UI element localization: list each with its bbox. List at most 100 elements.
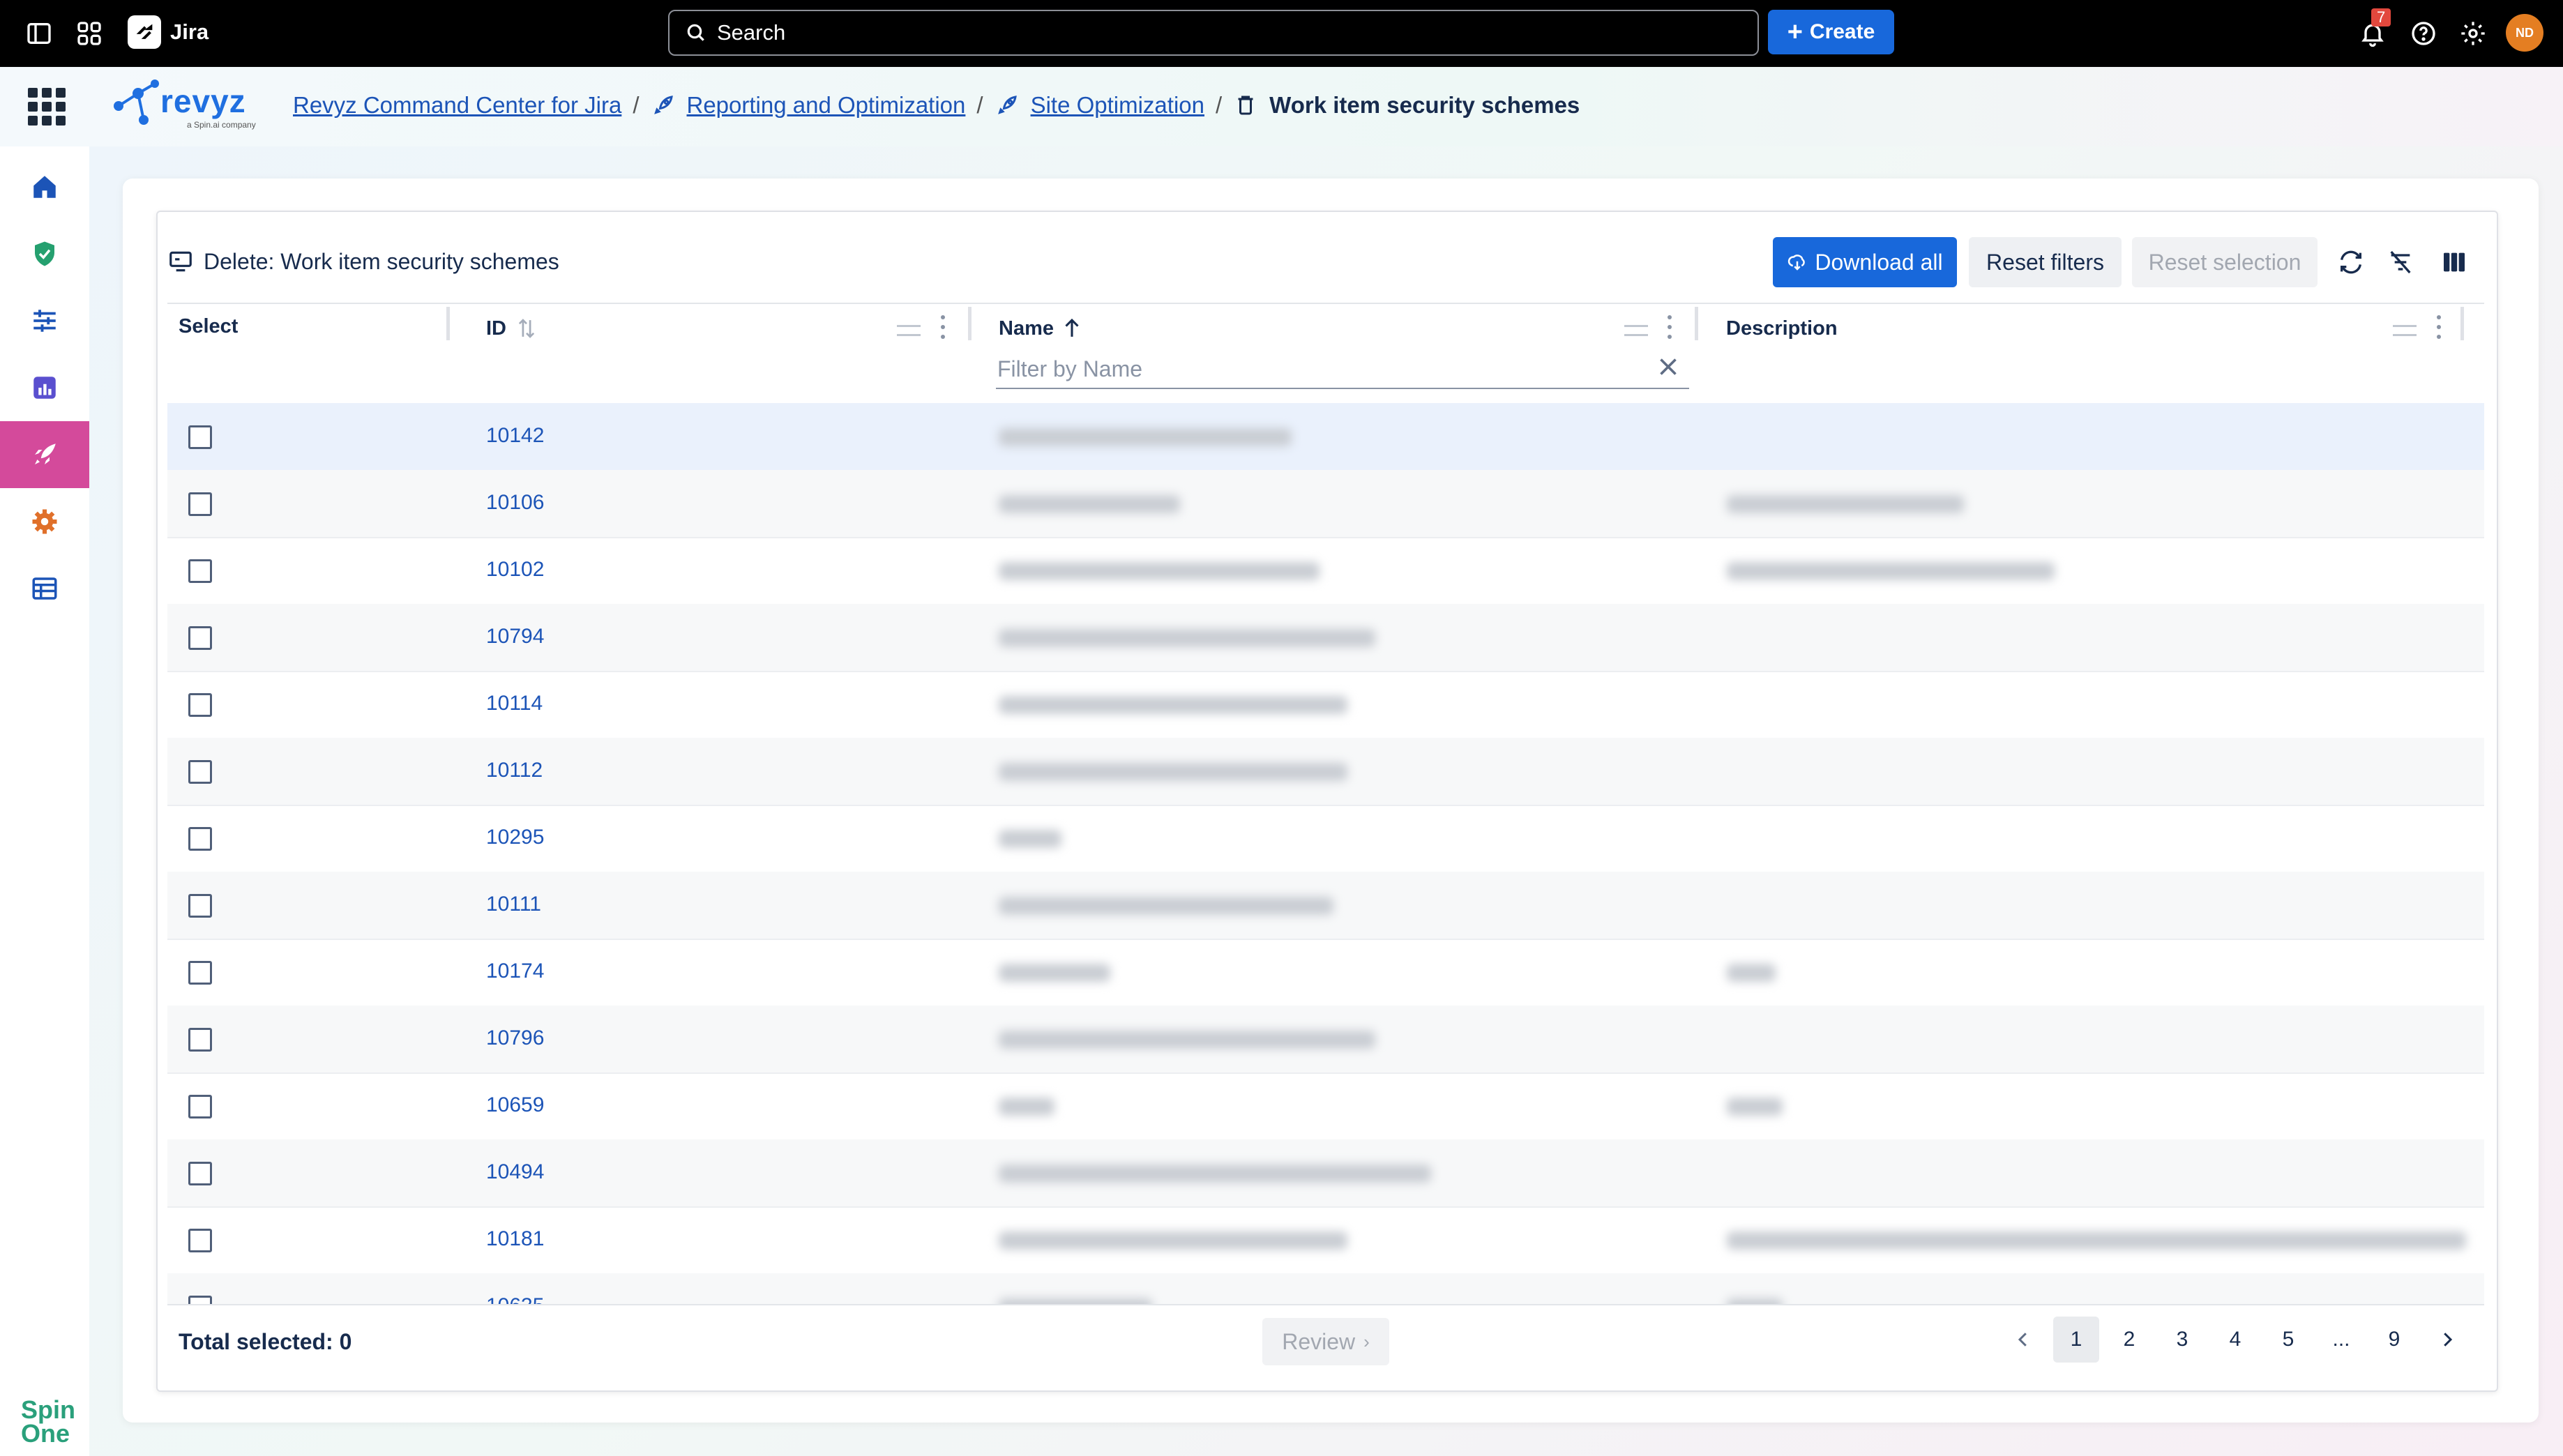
rail-item-reports[interactable] (0, 354, 89, 421)
rail-item-home[interactable] (0, 153, 89, 220)
rail-item-config[interactable] (0, 488, 89, 555)
rail-item-optimization[interactable] (0, 421, 89, 488)
reset-selection-button[interactable]: Reset selection (2132, 237, 2318, 287)
row-select-checkbox[interactable] (188, 559, 212, 583)
search-input[interactable]: Search (668, 10, 1759, 56)
table-row[interactable]: 10796 (167, 1006, 2484, 1074)
column-header-description[interactable]: Description (1726, 317, 1838, 340)
pagination-page[interactable]: 4 (2212, 1317, 2258, 1363)
column-menu-icon[interactable] (1668, 315, 1672, 339)
row-id-link[interactable]: 10112 (486, 759, 543, 782)
row-id-link[interactable]: 10102 (486, 558, 544, 582)
table-row[interactable]: 10142 (167, 403, 2484, 471)
download-all-label: Download all (1815, 249, 1943, 275)
download-all-button[interactable]: Download all (1773, 237, 1957, 287)
table-row[interactable]: 10114 (167, 671, 2484, 739)
table-row[interactable]: 10106 (167, 470, 2484, 538)
pagination-prev-icon[interactable] (2000, 1317, 2046, 1363)
sort-icon[interactable] (516, 317, 537, 340)
row-select-checkbox[interactable] (188, 827, 212, 851)
gear-icon (32, 509, 57, 534)
rail-item-settings-sliders[interactable] (0, 287, 89, 354)
rocket-icon (997, 96, 1017, 114)
breadcrumb-link-reporting[interactable]: Reporting and Optimization (687, 92, 966, 119)
column-drag-handle[interactable] (1624, 325, 1648, 336)
pagination-page[interactable]: 1 (2053, 1317, 2099, 1363)
row-id-link[interactable]: 10174 (486, 960, 544, 983)
breadcrumb-link-site-optimization[interactable]: Site Optimization (1031, 92, 1204, 119)
row-id-link[interactable]: 10106 (486, 491, 544, 515)
name-filter-placeholder: Filter by Name (997, 356, 1143, 381)
sort-ascending-icon[interactable] (1061, 317, 1082, 340)
row-select-checkbox[interactable] (188, 1296, 212, 1304)
column-drag-handle[interactable] (2393, 325, 2417, 336)
column-resizer[interactable] (968, 307, 971, 340)
row-select-checkbox[interactable] (188, 760, 212, 784)
filter-off-icon[interactable] (2384, 245, 2417, 279)
column-menu-icon[interactable] (2437, 315, 2441, 339)
settings-icon[interactable] (2458, 18, 2488, 49)
table-row[interactable]: 10659 (167, 1072, 2484, 1141)
table-row[interactable]: 10174 (167, 939, 2484, 1007)
column-resizer[interactable] (2460, 307, 2464, 340)
row-id-link[interactable]: 10796 (486, 1026, 544, 1050)
pagination-page[interactable]: 2 (2106, 1317, 2152, 1363)
row-id-link[interactable]: 10494 (486, 1160, 544, 1184)
table-row[interactable]: 10794 (167, 604, 2484, 672)
table-row[interactable]: 10635 (167, 1273, 2484, 1304)
row-select-checkbox[interactable] (188, 894, 212, 918)
row-id-link[interactable]: 10295 (486, 826, 544, 849)
app-name[interactable]: Jira (170, 20, 209, 45)
reset-filters-button[interactable]: Reset filters (1969, 237, 2122, 287)
row-id-link[interactable]: 10659 (486, 1093, 544, 1117)
create-button[interactable]: + Create (1768, 10, 1894, 54)
refresh-icon[interactable] (2334, 245, 2368, 279)
row-select-checkbox[interactable] (188, 1028, 212, 1052)
table-row[interactable]: 10102 (167, 537, 2484, 605)
row-select-checkbox[interactable] (188, 1095, 212, 1118)
row-id-link[interactable]: 10114 (486, 692, 543, 715)
breadcrumb-link-command-center[interactable]: Revyz Command Center for Jira (293, 92, 621, 119)
clear-filter-icon[interactable] (1656, 354, 1681, 379)
pagination-next-icon[interactable] (2424, 1317, 2470, 1363)
row-id-link[interactable]: 10794 (486, 625, 544, 649)
table-row[interactable]: 10111 (167, 872, 2484, 940)
column-menu-icon[interactable] (941, 315, 945, 339)
column-resizer[interactable] (446, 307, 450, 340)
column-header-name[interactable]: Name (999, 317, 1054, 340)
table-row[interactable]: 10112 (167, 738, 2484, 806)
row-select-checkbox[interactable] (188, 425, 212, 449)
user-avatar[interactable]: ND (2506, 14, 2543, 52)
sidebar-toggle-icon[interactable] (24, 18, 54, 49)
pagination-page[interactable]: 9 (2371, 1317, 2417, 1363)
row-select-checkbox[interactable] (188, 492, 212, 516)
pagination-page[interactable]: 5 (2265, 1317, 2311, 1363)
row-id-link[interactable]: 10181 (486, 1227, 544, 1251)
column-drag-handle[interactable] (897, 325, 921, 336)
row-id-link[interactable]: 10142 (486, 424, 544, 448)
row-select-checkbox[interactable] (188, 961, 212, 985)
columns-icon[interactable] (2437, 245, 2471, 279)
rail-item-tables[interactable] (0, 555, 89, 622)
rail-item-security[interactable] (0, 220, 89, 287)
row-select-checkbox[interactable] (188, 1162, 212, 1185)
pagination-page[interactable]: 3 (2159, 1317, 2205, 1363)
row-select-checkbox[interactable] (188, 626, 212, 650)
column-header-id[interactable]: ID (486, 317, 506, 340)
redacted-name (999, 1165, 1431, 1183)
name-filter-input[interactable]: Filter by Name (996, 350, 1689, 389)
row-select-checkbox[interactable] (188, 1229, 212, 1252)
review-button[interactable]: Review › (1262, 1318, 1389, 1365)
row-id-link[interactable]: 10111 (486, 893, 541, 916)
breadcrumb-separator: / (976, 92, 983, 118)
row-id-link[interactable]: 10635 (486, 1294, 544, 1304)
help-icon[interactable] (2408, 18, 2439, 49)
app-menu-grid-icon[interactable] (28, 88, 66, 126)
app-switcher-icon[interactable] (74, 18, 105, 49)
jira-logo[interactable] (128, 15, 161, 49)
table-row[interactable]: 10494 (167, 1139, 2484, 1208)
table-row[interactable]: 10181 (167, 1206, 2484, 1275)
row-select-checkbox[interactable] (188, 693, 212, 717)
column-resizer[interactable] (1695, 307, 1698, 340)
table-row[interactable]: 10295 (167, 805, 2484, 873)
